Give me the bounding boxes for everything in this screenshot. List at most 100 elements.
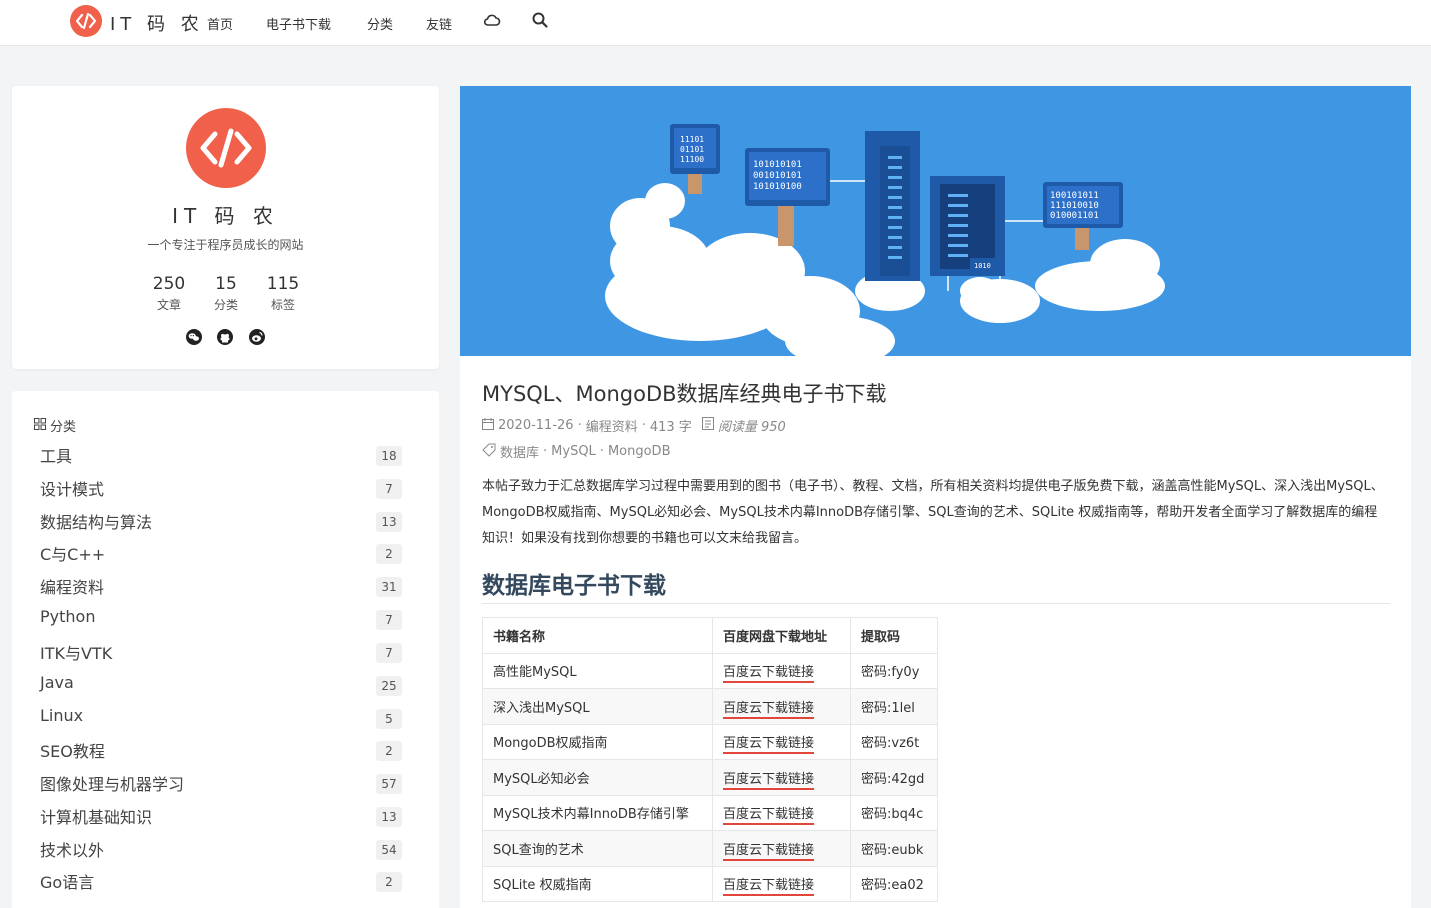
search-icon[interactable] — [531, 11, 549, 33]
banner-text: 101010100 — [753, 182, 802, 192]
category-item[interactable]: 技术以外 54 — [40, 837, 402, 861]
download-link[interactable]: 百度云下载链接 — [723, 736, 815, 755]
stat-categories-number: 15 — [215, 274, 237, 294]
table-row: MySQL必知必会 百度云下载链接 密码:42gd — [482, 759, 938, 796]
stat-posts[interactable]: 250 文章 — [144, 274, 194, 313]
category-item[interactable]: ITK与VTK 7 — [40, 640, 402, 664]
profile-card: IT 码 农 一个专注于程序员成长的网站 250 文章 15 分类 115 标签 — [12, 86, 439, 369]
article-card: 11101 01101 11100 101010101 001010101 10… — [460, 86, 1411, 908]
download-link[interactable]: 百度云下载链接 — [723, 842, 815, 861]
wechat-icon[interactable] — [185, 328, 203, 346]
category-item[interactable]: 数据结构与算法 13 — [40, 509, 402, 533]
banner-text: 100101011 — [1050, 191, 1099, 201]
table-row: SQLite 权威指南 百度云下载链接 密码:ea02 — [482, 865, 938, 902]
category-count-badge: 57 — [376, 774, 402, 794]
category-name: SEO教程 — [40, 742, 105, 761]
category-item[interactable]: 计算机基础知识 13 — [40, 804, 402, 828]
category-name: 工具 — [40, 447, 73, 466]
column-header: 百度网盘下载地址 — [712, 617, 851, 654]
nav-link-categories[interactable]: 分类 — [367, 14, 393, 33]
category-name: 设计模式 — [40, 480, 105, 499]
book-title: SQL查询的艺术 — [482, 830, 713, 867]
download-link[interactable]: 百度云下载链接 — [723, 700, 815, 719]
category-name: C与C++ — [40, 545, 106, 564]
category-item[interactable]: SEO教程 2 — [40, 738, 402, 762]
category-item[interactable]: Python 7 — [40, 607, 402, 631]
banner-text: 01101 — [680, 145, 704, 154]
extract-code: 密码:eubk — [850, 830, 938, 867]
code-logo-icon[interactable] — [70, 5, 102, 37]
category-count-badge: 7 — [376, 479, 402, 499]
table-row: MongoDB权威指南 百度云下载链接 密码:vz6t — [482, 723, 938, 760]
post-category-link[interactable]: 编程资料 — [586, 416, 638, 435]
extract-code: 密码:bq4c — [850, 794, 938, 831]
category-item[interactable]: 设计模式 7 — [40, 476, 402, 500]
category-name: 计算机基础知识 — [40, 808, 153, 827]
extract-code: 密码:vz6t — [850, 723, 938, 760]
table-row: MySQL技术内幕InnoDB存储引擎 百度云下载链接 密码:bq4c — [482, 794, 938, 831]
profile-description: 一个专注于程序员成长的网站 — [147, 238, 304, 252]
category-item[interactable]: 编程资料 31 — [40, 574, 402, 598]
category-count-badge: 7 — [376, 643, 402, 663]
book-title: 高性能MySQL — [482, 652, 713, 689]
category-name: Go语言 — [40, 873, 95, 892]
nav-link-home[interactable]: 首页 — [207, 14, 233, 33]
category-name: Linux — [40, 706, 84, 725]
github-icon[interactable] — [216, 328, 234, 346]
cloud-icon[interactable] — [483, 11, 501, 33]
top-navbar: IT 码 农 首页 电子书下载 分类 友链 — [0, 0, 1431, 46]
tag-link[interactable]: 数据库 — [500, 442, 539, 461]
banner-text: 1010 — [974, 262, 991, 270]
category-count-badge: 13 — [376, 807, 402, 827]
category-count-badge: 2 — [376, 544, 402, 564]
document-icon — [701, 417, 714, 434]
download-link[interactable]: 百度云下载链接 — [723, 878, 815, 897]
category-item[interactable]: Linux 5 — [40, 706, 402, 730]
category-item[interactable]: Go语言 2 — [40, 869, 402, 893]
post-title[interactable]: MYSQL、MongoDB数据库经典电子书下载 — [482, 378, 887, 408]
category-name: Python — [40, 607, 96, 626]
category-item[interactable]: 图像处理与机器学习 57 — [40, 771, 402, 795]
extract-code: 密码:1lel — [850, 688, 938, 725]
category-count-badge: 25 — [376, 676, 402, 696]
categories-card: 分类 工具 18 设计模式 7 数据结构与算法 13 C与C++ 2 编程资料 31 Py… — [12, 391, 439, 908]
table-header-row: 书籍名称 百度网盘下载地址 提取码 — [482, 617, 938, 654]
extract-code: 密码:42gd — [850, 759, 938, 796]
book-title: 深入浅出MySQL — [482, 688, 713, 725]
section-heading: 数据库电子书下载 — [482, 573, 666, 599]
tag-link[interactable]: MongoDB — [608, 444, 671, 459]
stat-tags-label: 标签 — [270, 298, 295, 312]
category-name: 编程资料 — [40, 578, 105, 597]
download-link[interactable]: 百度云下载链接 — [723, 807, 815, 826]
nav-link-ebooks[interactable]: 电子书下载 — [266, 14, 331, 33]
banner-text: 11101 — [680, 135, 704, 144]
category-item[interactable]: 工具 18 — [40, 443, 402, 467]
banner-text: 111010010 — [1050, 201, 1099, 211]
category-item[interactable]: Java 25 — [40, 673, 402, 697]
stat-posts-number: 250 — [152, 274, 186, 294]
categories-heading-label: 分类 — [50, 420, 77, 435]
category-count-badge: 54 — [376, 840, 402, 860]
post-views: 阅读量 950 — [717, 420, 786, 435]
calendar-icon — [482, 417, 494, 434]
site-brand[interactable]: IT 码 农 — [110, 10, 204, 36]
category-count-badge: 2 — [376, 872, 402, 892]
nav-link-friends[interactable]: 友链 — [426, 14, 452, 33]
category-item[interactable]: C与C++ 2 — [40, 541, 402, 565]
category-count-badge: 31 — [376, 577, 402, 597]
stat-categories[interactable]: 15 分类 — [201, 274, 251, 313]
divider — [482, 603, 1390, 604]
profile-name: IT 码 农 — [172, 204, 279, 228]
grid-icon — [34, 417, 46, 434]
post-meta: 2020-11-26 · 编程资料 · 413 字 阅读量 950 — [482, 416, 786, 435]
ebook-table: 书籍名称 百度网盘下载地址 提取码 高性能MySQL 百度云下载链接 密码:fy… — [482, 617, 938, 902]
table-row: 深入浅出MySQL 百度云下载链接 密码:1lel — [482, 688, 938, 725]
stat-tags-number: 115 — [266, 274, 300, 294]
weibo-icon[interactable] — [248, 328, 266, 346]
tag-link[interactable]: MySQL — [551, 444, 596, 459]
download-link[interactable]: 百度云下载链接 — [723, 771, 815, 790]
table-row: 高性能MySQL 百度云下载链接 密码:fy0y — [482, 652, 938, 689]
stat-tags[interactable]: 115 标签 — [258, 274, 308, 313]
banner-text: 11100 — [680, 155, 704, 164]
download-link[interactable]: 百度云下载链接 — [723, 665, 815, 684]
